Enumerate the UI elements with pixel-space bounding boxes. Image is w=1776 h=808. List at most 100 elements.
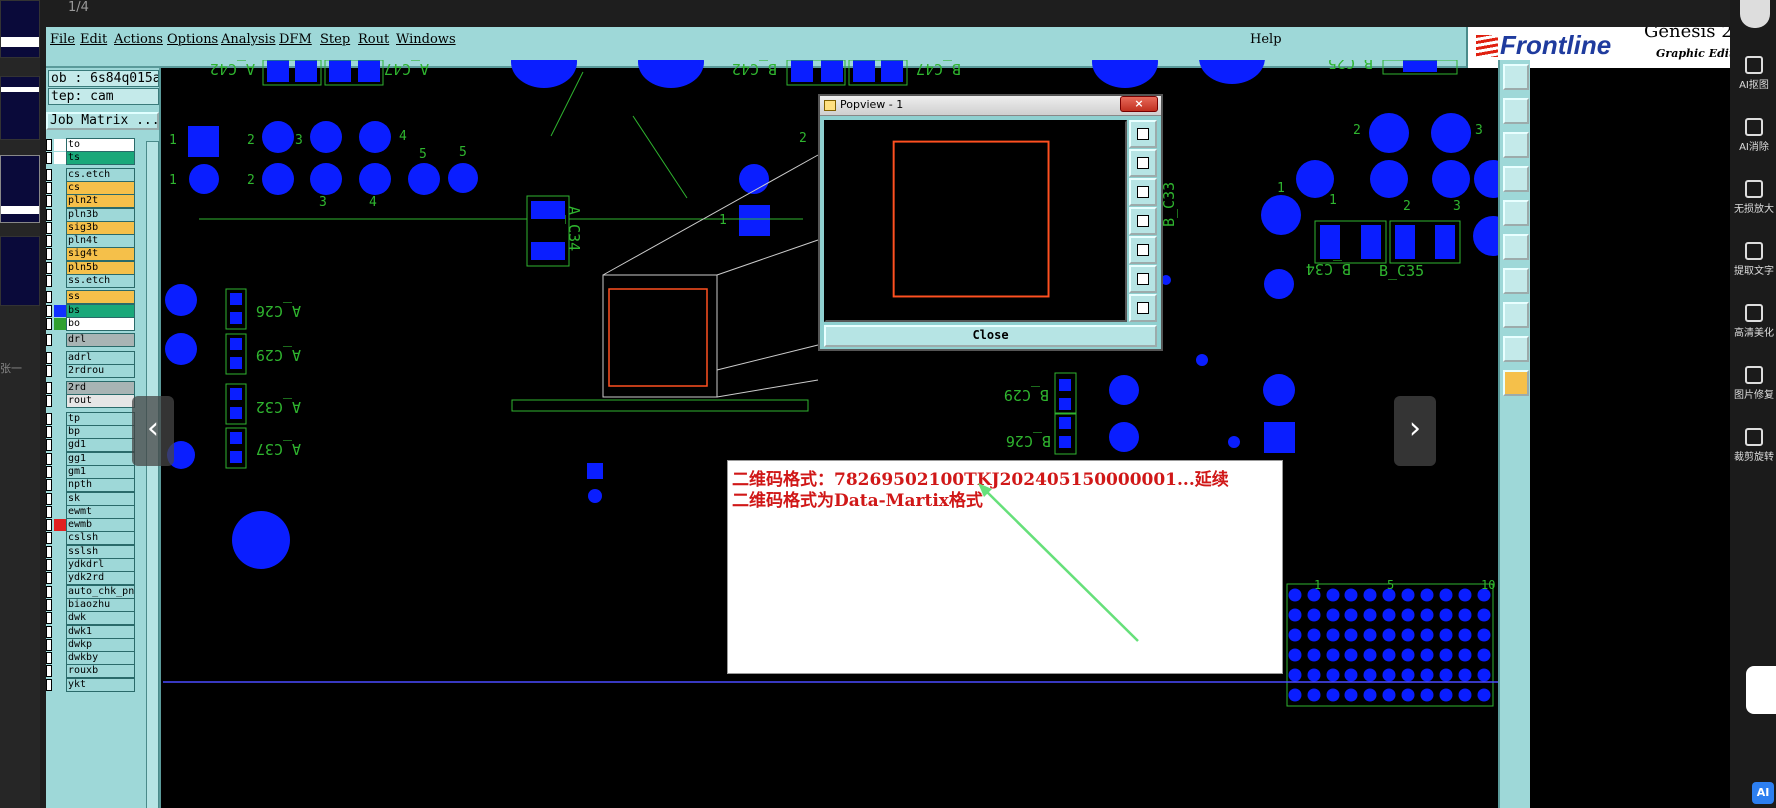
layer-display-checkbox[interactable] xyxy=(46,395,52,408)
layer-row[interactable]: sig3b xyxy=(46,220,161,235)
layer-row[interactable]: dwk xyxy=(46,611,161,626)
layer-display-checkbox[interactable] xyxy=(46,275,52,287)
layer-name[interactable]: biaozhu xyxy=(66,597,135,612)
layer-name[interactable]: dwk xyxy=(66,611,135,626)
popview-left-icon[interactable] xyxy=(1129,207,1157,235)
layer-name[interactable]: rouxb xyxy=(66,664,135,679)
layer-name[interactable]: gm1 xyxy=(66,464,135,479)
menu-analysis[interactable]: Analysis xyxy=(221,32,276,47)
layer-name[interactable]: cs xyxy=(66,180,135,195)
layer-name[interactable]: gg1 xyxy=(66,451,135,466)
layer-affect-toggle[interactable] xyxy=(54,352,66,364)
popview-fit-icon[interactable] xyxy=(1129,178,1157,206)
layer-display-checkbox[interactable] xyxy=(46,519,52,532)
layer-row[interactable]: ewmb xyxy=(46,518,161,533)
layer-name[interactable]: ewmb xyxy=(66,518,135,533)
layer-affect-toggle[interactable] xyxy=(54,572,66,584)
lossless-zoom-button[interactable]: 无损放大 xyxy=(1732,174,1776,230)
layer-row[interactable]: pln2t xyxy=(46,194,161,209)
job-matrix-button[interactable]: Job Matrix ... xyxy=(46,112,160,130)
layer-display-checkbox[interactable] xyxy=(46,452,52,465)
layer-display-checkbox[interactable] xyxy=(46,426,52,438)
menu-windows[interactable]: Windows xyxy=(396,32,456,47)
layer-affect-toggle[interactable] xyxy=(54,248,66,260)
layer-name[interactable]: dwkby xyxy=(66,651,135,666)
layer-display-checkbox[interactable] xyxy=(46,221,52,234)
layer-affect-toggle[interactable] xyxy=(54,679,66,691)
menu-edit[interactable]: Edit xyxy=(80,32,107,47)
layer-affect-toggle[interactable] xyxy=(54,639,66,651)
select-tool[interactable] xyxy=(1503,234,1529,260)
layer-row[interactable]: auto_chk_pn xyxy=(46,584,161,599)
layer-affect-toggle[interactable] xyxy=(54,612,66,624)
layer-affect-toggle[interactable] xyxy=(54,139,66,151)
zoom-out-tool[interactable] xyxy=(1503,98,1529,124)
layer-display-checkbox[interactable] xyxy=(46,181,52,194)
layer-name[interactable]: sslsh xyxy=(66,544,135,559)
layer-row[interactable]: sk xyxy=(46,491,161,506)
layer-name[interactable]: ewmt xyxy=(66,504,135,519)
layer-affect-toggle[interactable] xyxy=(54,479,66,491)
zoom-in-tool[interactable] xyxy=(1503,64,1529,90)
layer-affect-toggle[interactable] xyxy=(54,317,66,330)
layer-name[interactable]: to xyxy=(66,138,135,152)
layer-name[interactable]: cs.etch xyxy=(66,167,135,182)
layer-display-checkbox[interactable] xyxy=(46,625,52,638)
layer-affect-toggle[interactable] xyxy=(54,304,66,317)
layer-affect-toggle[interactable] xyxy=(54,506,66,518)
layer-affect-toggle[interactable] xyxy=(54,395,66,407)
image-repair-button[interactable]: 图片修复 xyxy=(1732,360,1776,416)
layer-row[interactable]: adrl xyxy=(46,350,161,365)
layer-name[interactable]: auto_chk_pn xyxy=(66,584,135,599)
layer-row[interactable]: ewmt xyxy=(46,504,161,519)
menu-step[interactable]: Step xyxy=(320,32,350,47)
profile-tool[interactable] xyxy=(1503,336,1529,362)
assistant-float-icon[interactable] xyxy=(1746,666,1776,714)
layer-affect-toggle[interactable] xyxy=(54,426,66,438)
popview-right-icon[interactable] xyxy=(1129,236,1157,264)
layer-name[interactable]: pln2t xyxy=(66,194,135,209)
layer-row[interactable]: bs xyxy=(46,303,161,318)
layer-row[interactable]: pln5b xyxy=(46,260,161,275)
thumbnail-2[interactable] xyxy=(0,76,40,140)
layer-display-checkbox[interactable] xyxy=(46,317,52,330)
layer-affect-toggle[interactable] xyxy=(54,275,66,287)
ai-badge-icon[interactable]: AI xyxy=(1752,782,1774,804)
layer-affect-toggle[interactable] xyxy=(54,599,66,611)
layer-row[interactable]: npth xyxy=(46,478,161,493)
ai-erase-button[interactable]: AI消除 xyxy=(1732,112,1776,168)
layer-display-checkbox[interactable] xyxy=(46,248,52,261)
thumbnail-3[interactable] xyxy=(0,155,40,223)
close-icon[interactable]: × xyxy=(1120,96,1158,112)
layer-row[interactable]: dwkp xyxy=(46,637,161,652)
crop-rotate-button[interactable]: 裁剪旋转 xyxy=(1732,422,1776,478)
popview-expand-icon[interactable] xyxy=(1129,265,1157,293)
layer-name[interactable]: bs xyxy=(66,303,135,318)
layer-affect-toggle[interactable] xyxy=(54,546,66,558)
layer-row[interactable]: bo xyxy=(46,316,161,331)
grid-tool[interactable] xyxy=(1503,302,1529,328)
layer-affect-toggle[interactable] xyxy=(54,439,66,451)
layer-affect-toggle[interactable] xyxy=(54,152,66,165)
menu-options[interactable]: Options xyxy=(167,32,218,47)
layer-row[interactable]: to xyxy=(46,138,161,152)
layer-display-checkbox[interactable] xyxy=(46,439,52,452)
snap-tool[interactable] xyxy=(1503,200,1529,226)
previous-image-arrow[interactable]: ‹ xyxy=(132,396,174,466)
layer-name[interactable]: ydkdrl xyxy=(66,558,135,572)
layer-display-checkbox[interactable] xyxy=(46,139,52,151)
layer-display-checkbox[interactable] xyxy=(46,532,52,545)
layer-row[interactable]: sslsh xyxy=(46,544,161,559)
layer-display-checkbox[interactable] xyxy=(46,195,52,208)
home-tool[interactable] xyxy=(1503,132,1529,158)
layer-name[interactable]: sk xyxy=(66,491,135,506)
layer-display-checkbox[interactable] xyxy=(46,652,52,665)
pan-tool[interactable] xyxy=(1503,166,1529,192)
layer-row[interactable]: pln4t xyxy=(46,234,161,249)
layer-name[interactable]: tp xyxy=(66,411,135,426)
layer-row[interactable]: dwk1 xyxy=(46,624,161,639)
popview-close-button[interactable]: Close xyxy=(824,325,1157,347)
highlight-tool[interactable] xyxy=(1503,370,1529,396)
layer-display-checkbox[interactable] xyxy=(46,638,52,651)
layer-display-checkbox[interactable] xyxy=(46,382,52,395)
